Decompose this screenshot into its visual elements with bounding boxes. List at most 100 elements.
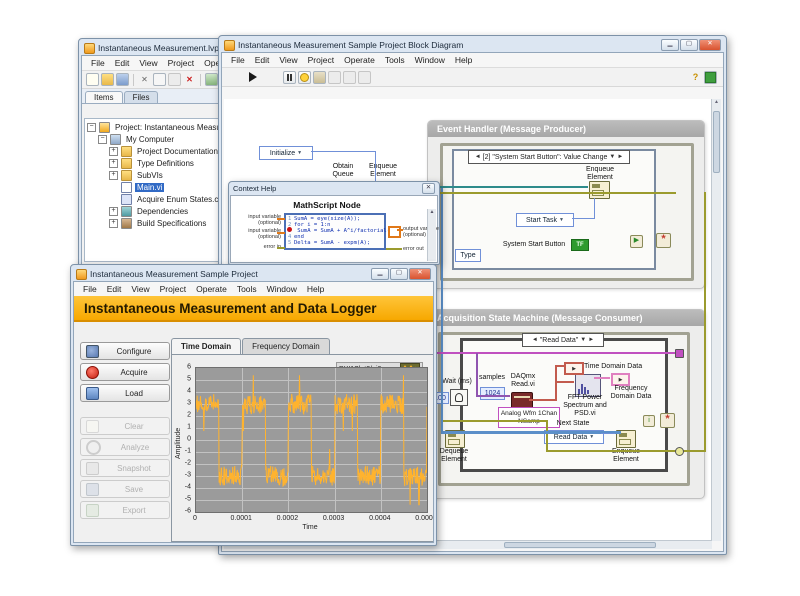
case-dropdown-icon[interactable]: ▼: [580, 337, 586, 343]
panel-button[interactable]: Clear: [80, 417, 170, 435]
loop-continue-terminal[interactable]: ▶: [630, 235, 643, 248]
project-tab[interactable]: Files: [124, 91, 159, 103]
tree-item-label[interactable]: Project Documentation: [135, 147, 220, 156]
step-over-icon[interactable]: [343, 71, 356, 84]
type-specifier[interactable]: Type: [455, 249, 481, 262]
tree-expander-icon[interactable]: +: [109, 159, 118, 168]
panel-button[interactable]: Load: [80, 384, 170, 402]
loop-iteration-terminal[interactable]: i: [643, 415, 655, 427]
wait-ms-node[interactable]: [450, 389, 468, 406]
menu-item[interactable]: View: [274, 54, 302, 66]
start-task-enum-constant[interactable]: Start Task▼: [516, 213, 574, 227]
menu-item[interactable]: File: [78, 283, 102, 295]
plot-area[interactable]: [195, 367, 428, 513]
vertical-scrollbar[interactable]: ▲: [711, 99, 721, 541]
menu-item[interactable]: Project: [163, 57, 199, 69]
paste-icon[interactable]: [168, 73, 181, 86]
menu-item[interactable]: View: [134, 57, 162, 69]
panel-button[interactable]: Snapshot: [80, 459, 170, 477]
save-icon[interactable]: [116, 73, 129, 86]
tree-expander-icon[interactable]: −: [98, 135, 107, 144]
menu-item[interactable]: Tools: [232, 283, 262, 295]
close-icon[interactable]: ✕: [422, 183, 435, 194]
previous-case-icon[interactable]: ◄: [475, 154, 481, 160]
menu-item[interactable]: Edit: [102, 283, 127, 295]
menu-item[interactable]: File: [86, 57, 110, 69]
highlight-execution-icon[interactable]: [298, 71, 311, 84]
menu-item[interactable]: Tools: [380, 54, 410, 66]
tree-expander-icon[interactable]: +: [109, 207, 118, 216]
next-case-icon[interactable]: ►: [617, 154, 623, 160]
context-help-titlebar[interactable]: Context Help ✕: [230, 183, 438, 194]
cut-icon[interactable]: ✕: [138, 73, 151, 86]
step-into-icon[interactable]: [328, 71, 341, 84]
tree-item-label[interactable]: My Computer: [124, 135, 176, 144]
panel-button[interactable]: Analyze: [80, 438, 170, 456]
tree-item-label[interactable]: Main.vi: [135, 183, 164, 192]
menu-item[interactable]: View: [126, 283, 154, 295]
tree-item-label[interactable]: Type Definitions: [135, 159, 196, 168]
menu-item[interactable]: Project: [303, 54, 339, 66]
tree-expander-icon[interactable]: −: [87, 123, 96, 132]
menu-item[interactable]: Edit: [250, 54, 275, 66]
initialize-enum-constant[interactable]: Initialize▼: [259, 146, 313, 160]
tree-item-label[interactable]: Dependencies: [135, 207, 190, 216]
retain-wire-values-icon[interactable]: [313, 71, 326, 84]
open-folder-icon[interactable]: [101, 73, 114, 86]
context-help-scrollbar[interactable]: ▲: [427, 209, 436, 261]
menu-item[interactable]: Window: [410, 54, 450, 66]
panel-button[interactable]: Export: [80, 501, 170, 519]
system-start-button-terminal[interactable]: TF: [571, 239, 589, 251]
stop-terminal[interactable]: *: [656, 233, 671, 248]
menu-item[interactable]: Operate: [191, 283, 232, 295]
tree-expander-icon[interactable]: +: [109, 219, 118, 228]
resolve-conflicts-icon[interactable]: [205, 73, 218, 86]
x-tick-label: 0: [193, 515, 197, 522]
enqueue-element-node[interactable]: [589, 181, 610, 199]
maximize-button[interactable]: ▢: [390, 268, 408, 280]
minimize-button[interactable]: ▁: [661, 39, 679, 51]
copy-icon[interactable]: [153, 73, 166, 86]
pause-icon[interactable]: [283, 71, 296, 84]
menu-item[interactable]: Edit: [110, 57, 135, 69]
stop-terminal[interactable]: *: [660, 413, 675, 428]
menu-item[interactable]: Operate: [339, 54, 380, 66]
display-tab[interactable]: Frequency Domain: [242, 338, 330, 354]
menu-item[interactable]: File: [226, 54, 250, 66]
new-file-icon[interactable]: [86, 73, 99, 86]
wire-daqmx-task: [476, 395, 510, 397]
block-diagram-titlebar[interactable]: Instantaneous Measurement Sample Project…: [221, 38, 724, 52]
panel-button[interactable]: Save: [80, 480, 170, 498]
tree-expander-icon[interactable]: +: [109, 171, 118, 180]
tree-expander-icon[interactable]: +: [109, 147, 118, 156]
menu-item[interactable]: Project: [155, 283, 191, 295]
menu-item[interactable]: Window: [262, 283, 302, 295]
close-button[interactable]: ✕: [699, 39, 721, 51]
display-tab[interactable]: Time Domain: [171, 338, 241, 354]
front-panel-titlebar[interactable]: Instantaneous Measurement Sample Project…: [73, 267, 434, 281]
case-dropdown-icon[interactable]: ▼: [609, 154, 615, 160]
context-help-heading: MathScript Node: [231, 200, 423, 210]
next-case-icon[interactable]: ►: [588, 337, 594, 343]
tree-item-label[interactable]: Build Specifications: [135, 219, 208, 228]
navigation-window-icon[interactable]: [704, 71, 717, 84]
context-help-icon[interactable]: ?: [689, 71, 702, 84]
minimize-button[interactable]: ▁: [371, 268, 389, 280]
menu-item[interactable]: Help: [302, 283, 329, 295]
panel-button[interactable]: Configure: [80, 342, 170, 360]
tree-item-label[interactable]: Acquire Enum States.ctl: [135, 195, 224, 204]
time-domain-indicator[interactable]: ▶: [564, 362, 584, 375]
tree-item-label[interactable]: SubVIs: [135, 171, 165, 180]
case-selector[interactable]: ◄ "Read Data" ▼ ►: [522, 333, 604, 347]
x-tick-label: 0.0005: [415, 515, 434, 522]
delete-icon[interactable]: ✕: [183, 73, 196, 86]
panel-button[interactable]: Acquire: [80, 363, 170, 381]
maximize-button[interactable]: ▢: [680, 39, 698, 51]
project-tab[interactable]: Items: [85, 91, 123, 103]
previous-case-icon[interactable]: ◄: [532, 337, 538, 343]
run-icon[interactable]: [246, 71, 259, 84]
event-case-selector[interactable]: ◄ [2] "System Start Button": Value Chang…: [468, 150, 630, 164]
close-button[interactable]: ✕: [409, 268, 431, 280]
menu-item[interactable]: Help: [450, 54, 477, 66]
step-out-icon[interactable]: [358, 71, 371, 84]
